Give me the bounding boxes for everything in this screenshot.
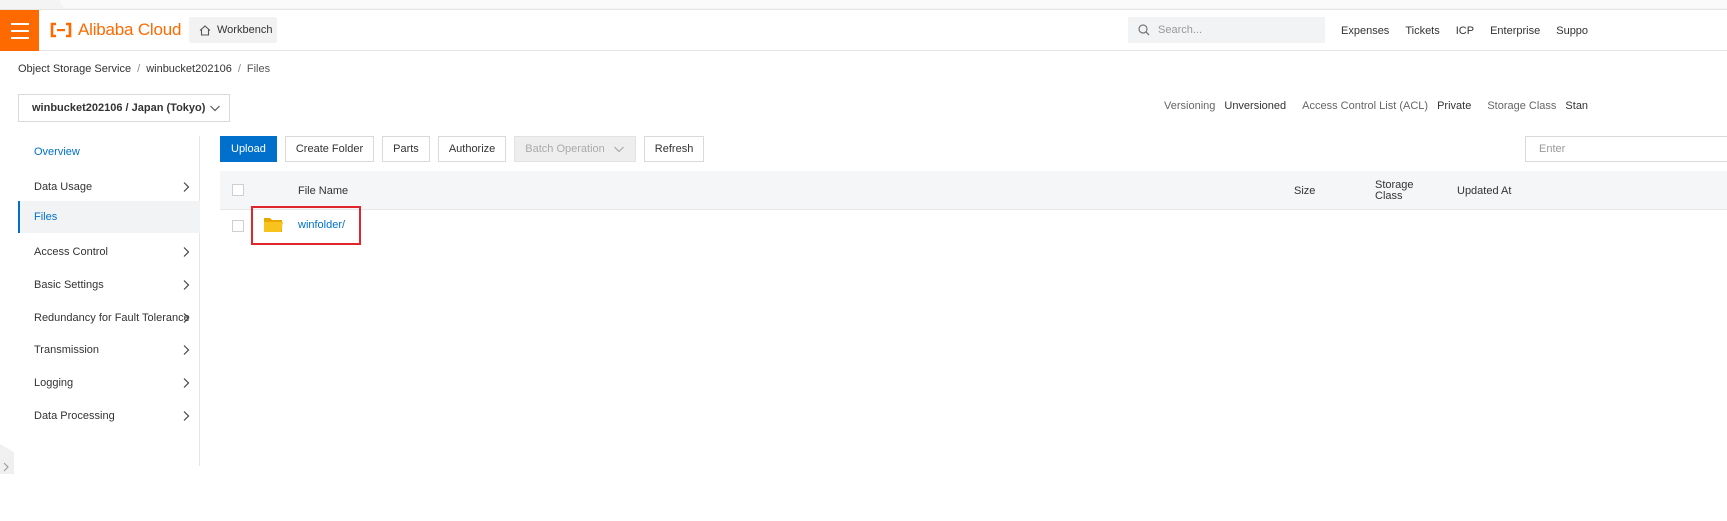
breadcrumb-separator: / bbox=[137, 63, 141, 75]
sidebar-item-data-usage[interactable]: Data Usage bbox=[18, 171, 200, 203]
sidebar-item-label: Files bbox=[34, 211, 58, 223]
table-row[interactable] bbox=[220, 210, 1727, 244]
breadcrumb-separator: / bbox=[237, 63, 241, 75]
refresh-button[interactable]: Refresh bbox=[643, 136, 705, 162]
bucket-selector-value: winbucket202106 / Japan (Tokyo) bbox=[32, 102, 206, 114]
breadcrumb: Object Storage Service / winbucket202106… bbox=[18, 63, 270, 75]
sidebar-item-overview[interactable]: Overview bbox=[18, 136, 200, 168]
search-placeholder: Search... bbox=[1158, 24, 1203, 36]
alibaba-cloud-logo-icon bbox=[50, 22, 72, 38]
sidebar-item-data-processing[interactable]: Data Processing bbox=[18, 400, 200, 432]
column-storage-class-line1: Storage bbox=[1375, 178, 1414, 191]
search-icon bbox=[1138, 24, 1150, 36]
chevron-down-icon bbox=[210, 105, 220, 112]
highlight-box bbox=[251, 206, 361, 245]
sidebar-item-label: Overview bbox=[34, 146, 80, 158]
menu-enterprise[interactable]: Enterprise bbox=[1490, 25, 1540, 37]
chevron-right-icon bbox=[183, 182, 190, 192]
upload-button[interactable]: Upload bbox=[220, 136, 277, 162]
filter-input[interactable]: Enter bbox=[1525, 136, 1727, 162]
top-navbar: Alibaba Cloud Workbench Search... Expens… bbox=[0, 10, 1727, 51]
breadcrumb-oss[interactable]: Object Storage Service bbox=[18, 63, 131, 75]
row-checkbox[interactable] bbox=[232, 220, 244, 232]
sidebar-item-basic-settings[interactable]: Basic Settings bbox=[18, 269, 200, 301]
menu-tickets[interactable]: Tickets bbox=[1405, 25, 1439, 37]
menu-support[interactable]: Suppo bbox=[1556, 25, 1588, 37]
meta-storage-class-label: Storage Class bbox=[1487, 100, 1557, 112]
sidebar-item-transmission[interactable]: Transmission bbox=[18, 334, 200, 366]
chevron-right-icon bbox=[183, 378, 190, 388]
workbench-label: Workbench bbox=[217, 24, 273, 36]
filter-placeholder: Enter bbox=[1539, 143, 1566, 155]
sidebar-item-label: Logging bbox=[34, 377, 74, 389]
meta-acl-value: Private bbox=[1437, 100, 1472, 112]
meta-versioning-label: Versioning bbox=[1164, 100, 1216, 112]
file-table-header: File Name Size Storage Class Updated At bbox=[220, 171, 1727, 210]
chevron-right-icon bbox=[183, 280, 190, 290]
authorize-button[interactable]: Authorize bbox=[437, 136, 507, 162]
chevron-right-icon[interactable] bbox=[0, 444, 14, 474]
chevron-right-icon bbox=[183, 313, 190, 323]
bucket-meta: Versioning Unversioned Access Control Li… bbox=[1164, 100, 1604, 112]
meta-acl-label: Access Control List (ACL) bbox=[1302, 100, 1429, 112]
sidebar-item-redundancy[interactable]: Redundancy for Fault Tolerance bbox=[18, 302, 200, 334]
breadcrumb-current: Files bbox=[246, 63, 271, 75]
browser-top-strip bbox=[0, 0, 1727, 10]
meta-versioning-value: Unversioned bbox=[1224, 100, 1287, 112]
sidebar: Overview Data Usage Files Access Control… bbox=[18, 136, 200, 466]
parts-button[interactable]: Parts bbox=[382, 136, 430, 162]
sidebar-item-logging[interactable]: Logging bbox=[18, 367, 200, 399]
chevron-right-icon bbox=[183, 247, 190, 257]
sidebar-item-label: Transmission bbox=[34, 344, 99, 356]
chevron-right-icon bbox=[183, 411, 190, 421]
column-storage-class[interactable]: Storage Class bbox=[1375, 171, 1414, 210]
menu-icp[interactable]: ICP bbox=[1456, 25, 1474, 37]
sidebar-item-files[interactable]: Files bbox=[18, 201, 200, 233]
create-folder-button[interactable]: Create Folder bbox=[284, 136, 375, 162]
sidebar-item-label: Basic Settings bbox=[34, 279, 104, 291]
search-input[interactable]: Search... bbox=[1128, 17, 1325, 43]
column-size[interactable]: Size bbox=[1294, 171, 1315, 210]
chevron-right-icon bbox=[183, 345, 190, 355]
menu-icon[interactable] bbox=[0, 10, 39, 51]
select-all-checkbox[interactable] bbox=[232, 184, 244, 196]
sidebar-item-label: Data Processing bbox=[34, 410, 115, 422]
sidebar-item-label: Access Control bbox=[34, 246, 108, 258]
top-menu: Expenses Tickets ICP Enterprise Suppo bbox=[1341, 10, 1604, 51]
meta-storage-class-value: Stan bbox=[1565, 100, 1589, 112]
sidebar-item-access-control[interactable]: Access Control bbox=[18, 236, 200, 268]
bucket-selector[interactable]: winbucket202106 / Japan (Tokyo) bbox=[18, 94, 230, 122]
chevron-down-icon bbox=[613, 146, 624, 153]
file-toolbar: Upload Create Folder Parts Authorize Bat… bbox=[220, 136, 705, 162]
column-updated-at[interactable]: Updated At bbox=[1457, 171, 1511, 210]
workbench-button[interactable]: Workbench bbox=[189, 17, 277, 43]
home-icon bbox=[199, 24, 211, 36]
brand-name: Alibaba Cloud bbox=[78, 20, 182, 39]
column-file-name[interactable]: File Name bbox=[298, 171, 348, 210]
menu-expenses[interactable]: Expenses bbox=[1341, 25, 1389, 37]
batch-operation-button[interactable]: Batch Operation bbox=[514, 136, 636, 162]
breadcrumb-bucket[interactable]: winbucket202106 bbox=[146, 63, 232, 75]
batch-operation-label: Batch Operation bbox=[525, 143, 605, 155]
brand-logo[interactable]: Alibaba Cloud bbox=[50, 19, 181, 41]
column-storage-class-line2: Class bbox=[1375, 189, 1403, 202]
sidebar-item-label: Redundancy for Fault Tolerance bbox=[34, 312, 190, 324]
sidebar-item-label: Data Usage bbox=[34, 181, 93, 193]
